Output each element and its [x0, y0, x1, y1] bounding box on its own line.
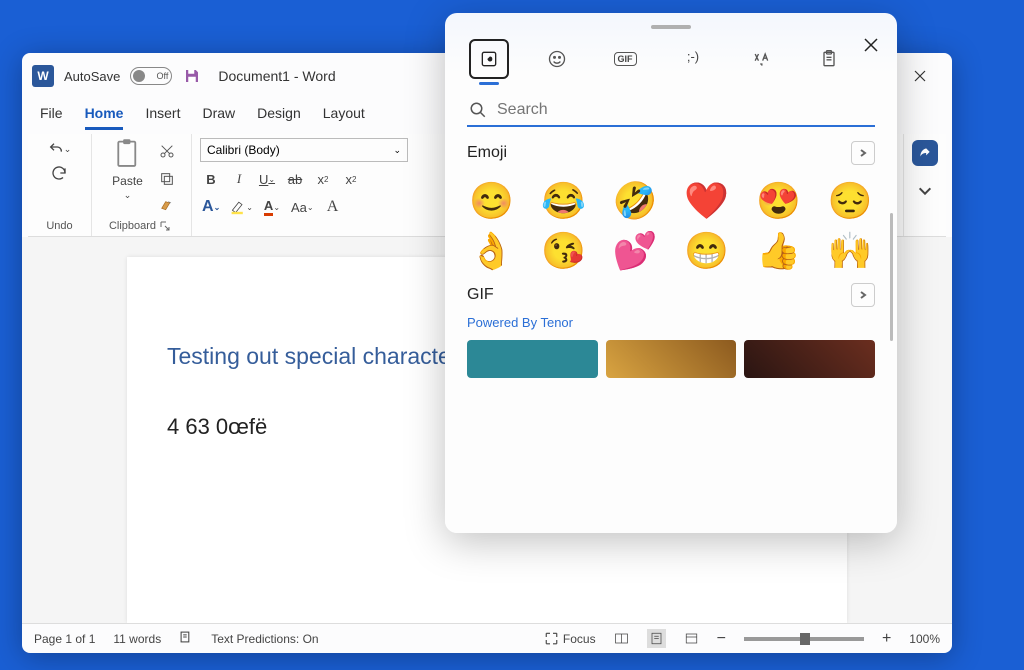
emoji-item[interactable]: ❤️ [682, 183, 732, 219]
emoji-panel-close-button[interactable] [857, 31, 885, 59]
word-app-icon: W [32, 65, 54, 87]
status-bar: Page 1 of 1 11 words Text Predictions: O… [22, 623, 952, 653]
emoji-item[interactable]: 😔 [825, 183, 875, 219]
spellcheck-icon[interactable] [179, 630, 193, 647]
save-icon[interactable] [182, 66, 202, 86]
autosave-label: AutoSave [64, 69, 120, 84]
drag-handle[interactable] [651, 25, 691, 29]
highlight-button[interactable]: ⌄ [228, 196, 255, 218]
emoji-tab-clipboard[interactable] [809, 39, 849, 79]
font-name-select[interactable]: Calibri (Body)⌄ [200, 138, 408, 162]
emoji-item[interactable]: 😘 [539, 233, 589, 269]
emoji-search-input[interactable] [497, 101, 873, 119]
tab-file[interactable]: File [40, 105, 63, 130]
document-title: Document1 - Word [218, 68, 335, 84]
emoji-tab-recent[interactable] [469, 39, 509, 79]
autosave-toggle[interactable]: Off [130, 67, 172, 85]
cut-button[interactable] [156, 140, 178, 162]
emoji-tab-emoji[interactable] [537, 39, 577, 79]
clear-formatting-button[interactable]: A [322, 196, 344, 218]
gif-row [467, 340, 875, 378]
text-effects-button[interactable]: A⌄ [200, 196, 222, 218]
emoji-tab-symbols[interactable] [741, 39, 781, 79]
read-mode-button[interactable] [614, 631, 629, 646]
emoji-tab-kaomoji[interactable]: ;-) [673, 39, 713, 79]
emoji-panel-tabs: GIF ;-) [445, 35, 897, 89]
emoji-grid: 😊 😂 🤣 ❤️ 😍 😔 👌 😘 💕 😁 👍 🙌 [467, 183, 875, 269]
tab-insert[interactable]: Insert [145, 105, 180, 130]
tab-home[interactable]: Home [85, 105, 124, 130]
emoji-item[interactable]: 👍 [754, 233, 804, 269]
strikethrough-button[interactable]: ab [284, 168, 306, 190]
superscript-button[interactable]: x2 [340, 168, 362, 190]
emoji-item[interactable]: 😍 [754, 183, 804, 219]
bold-button[interactable]: B [200, 168, 222, 190]
subscript-button[interactable]: x2 [312, 168, 334, 190]
emoji-tab-gif[interactable]: GIF [605, 39, 645, 79]
format-painter-button[interactable] [156, 196, 178, 218]
gif-thumb[interactable] [606, 340, 737, 378]
emoji-panel-scrollbar[interactable] [890, 213, 893, 341]
undo-button[interactable]: ⌄ [46, 138, 74, 160]
gif-thumb[interactable] [744, 340, 875, 378]
gif-powered-by: Powered By Tenor [467, 315, 875, 330]
tab-draw[interactable]: Draw [202, 105, 235, 130]
emoji-panel: GIF ;-) Emoji 😊 😂 🤣 ❤️ 😍 😔 👌 😘 💕 😁 👍 🙌 [445, 13, 897, 533]
gif-section-expand[interactable] [851, 283, 875, 307]
italic-button[interactable]: I [228, 168, 250, 190]
emoji-item[interactable]: 😂 [539, 183, 589, 219]
emoji-section-title: Emoji [467, 144, 507, 162]
share-button[interactable] [912, 140, 938, 166]
zoom-slider[interactable] [744, 637, 864, 641]
collapse-ribbon-button[interactable] [914, 180, 936, 202]
gif-section-title: GIF [467, 286, 494, 304]
emoji-item[interactable]: 👌 [467, 233, 517, 269]
font-color-button[interactable]: A⌄ [261, 196, 283, 218]
zoom-level[interactable]: 100% [909, 632, 940, 646]
emoji-item[interactable]: 💕 [610, 233, 660, 269]
emoji-item[interactable]: 🙌 [825, 233, 875, 269]
tab-layout[interactable]: Layout [323, 105, 365, 130]
clipboard-group-label: Clipboard [109, 220, 156, 232]
emoji-item[interactable]: 😁 [682, 233, 732, 269]
copy-button[interactable] [156, 168, 178, 190]
paste-button[interactable]: Paste ⌄ [106, 138, 150, 201]
status-page[interactable]: Page 1 of 1 [34, 632, 95, 646]
emoji-search[interactable] [467, 95, 875, 127]
tab-design[interactable]: Design [257, 105, 301, 130]
redo-button[interactable] [48, 162, 70, 184]
underline-button[interactable]: U⌄ [256, 168, 278, 190]
close-button[interactable] [898, 61, 942, 91]
clipboard-launcher-icon[interactable] [160, 218, 174, 232]
emoji-section-expand[interactable] [851, 141, 875, 165]
gif-thumb[interactable] [467, 340, 598, 378]
web-layout-button[interactable] [684, 631, 699, 646]
undo-group-label: Undo [46, 220, 72, 232]
status-predictions[interactable]: Text Predictions: On [211, 632, 318, 646]
status-word-count[interactable]: 11 words [113, 632, 161, 646]
change-case-button[interactable]: Aa⌄ [289, 196, 316, 218]
zoom-in-button[interactable]: + [882, 630, 891, 648]
emoji-item[interactable]: 😊 [467, 183, 517, 219]
emoji-item[interactable]: 🤣 [610, 183, 660, 219]
search-icon [469, 101, 487, 119]
print-layout-button[interactable] [647, 629, 666, 648]
focus-mode-button[interactable]: Focus [544, 631, 596, 646]
zoom-out-button[interactable]: − [717, 630, 726, 648]
